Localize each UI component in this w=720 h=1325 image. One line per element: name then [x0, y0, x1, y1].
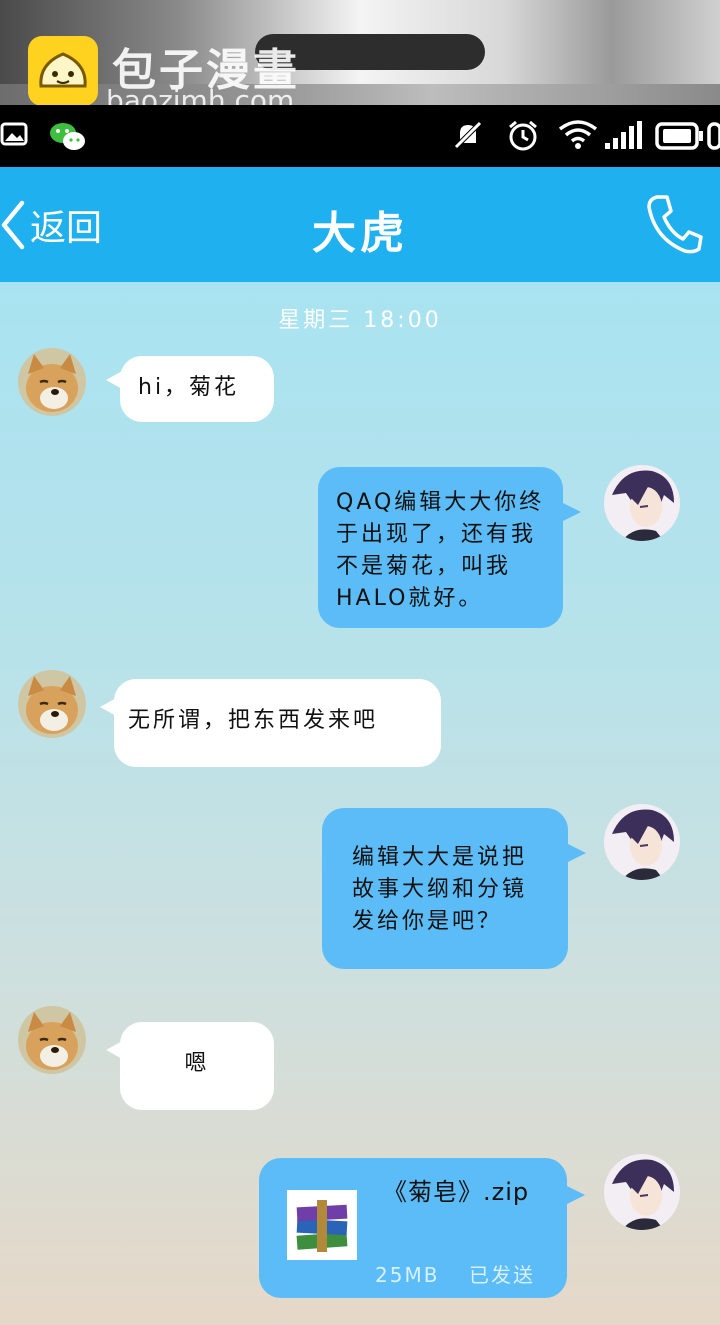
message-line: 编辑大大是说把	[352, 845, 528, 870]
message-bubble-outgoing[interactable]: 编辑大大是说把 故事大纲和分镜 发给你是吧？	[322, 808, 586, 969]
wifi-icon	[558, 120, 598, 149]
status-bar	[0, 105, 720, 167]
signal-icon	[605, 121, 642, 149]
boy-avatar[interactable]	[604, 804, 680, 880]
message-bubble-incoming[interactable]: 嗯	[106, 1022, 274, 1110]
chat-area[interactable]: 星期三 18:00 hi，菊花 QAQ编辑大大你终 于出现了，还有我 不是菊花，…	[0, 282, 720, 1325]
message-line: 于出现了，还有我	[336, 522, 537, 547]
phone-icon	[647, 195, 703, 254]
gallery-icon	[0, 122, 28, 146]
chat-header: 返回 大虎	[0, 167, 720, 282]
archive-file-icon	[287, 1190, 357, 1260]
message-text: 无所谓，把东西发来吧	[128, 708, 379, 733]
message-line: 发给你是吧？	[352, 909, 503, 934]
alarm-icon	[509, 120, 537, 151]
wechat-icon	[50, 123, 85, 150]
message-bubble-incoming[interactable]: 无所谓，把东西发来吧	[100, 679, 441, 767]
message-bubble-outgoing[interactable]: QAQ编辑大大你终 于出现了，还有我 不是菊花，叫我 HALO就好。	[318, 467, 581, 628]
file-name: 《菊皂》.zip	[383, 1178, 530, 1206]
dog-avatar[interactable]	[18, 348, 86, 416]
file-message-bubble[interactable]: 《菊皂》.zip 25MB 已发送	[259, 1158, 585, 1298]
file-size: 25MB	[375, 1263, 440, 1287]
message-line: 不是菊花，叫我	[336, 554, 512, 579]
dog-avatar[interactable]	[18, 670, 86, 738]
message-timestamp: 星期三 18:00	[278, 308, 442, 333]
boy-avatar[interactable]	[604, 465, 680, 541]
message-line: QAQ编辑大大你终	[336, 490, 545, 515]
contact-name: 大虎	[312, 208, 408, 259]
message-text: hi，菊花	[138, 375, 240, 400]
send-status: 已发送	[469, 1263, 535, 1287]
watermark-logo-icon	[28, 36, 98, 106]
message-bubble-incoming[interactable]: hi，菊花	[106, 356, 274, 422]
message-line: HALO就好。	[336, 586, 484, 611]
message-text: 嗯	[184, 1051, 210, 1076]
boy-avatar[interactable]	[604, 1154, 680, 1230]
battery-icon	[655, 122, 720, 150]
mute-icon	[454, 121, 482, 149]
dog-avatar[interactable]	[18, 1006, 86, 1074]
call-button[interactable]	[645, 193, 703, 259]
message-line: 故事大纲和分镜	[352, 877, 528, 902]
